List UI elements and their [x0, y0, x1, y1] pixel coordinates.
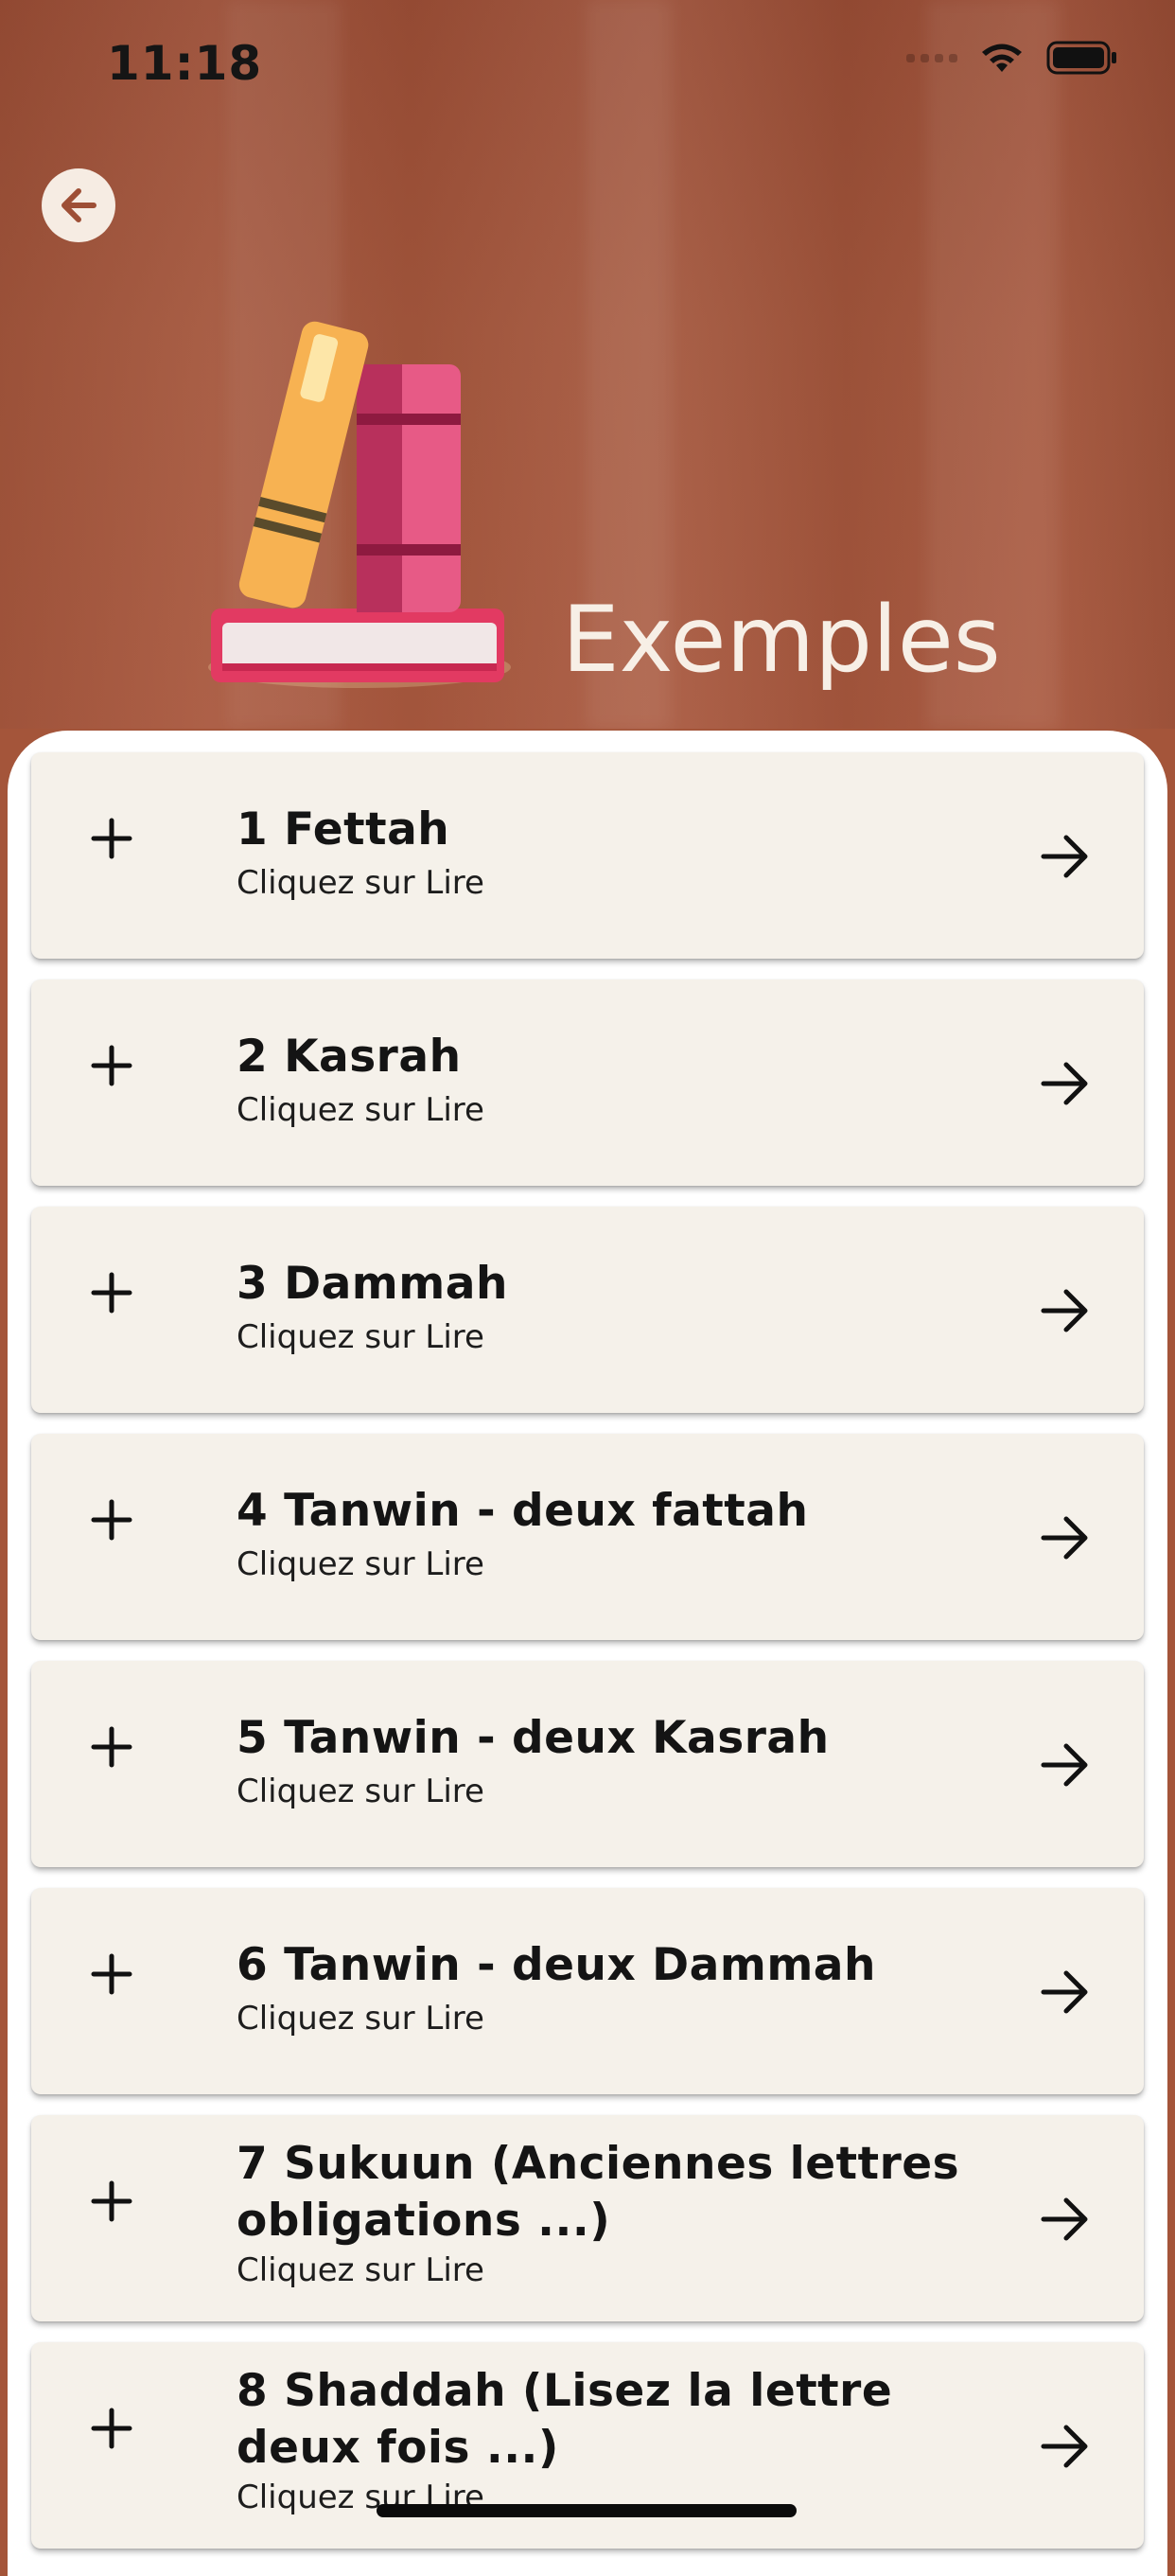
arrow-right-icon — [1041, 1062, 1088, 1105]
list-item[interactable]: 2 Kasrah Cliquez sur Lire — [31, 979, 1144, 1186]
item-subtitle: Cliquez sur Lire — [237, 864, 484, 902]
list-item[interactable]: 5 Tanwin - deux Kasrah Cliquez sur Lire — [31, 1661, 1144, 1867]
item-subtitle: Cliquez sur Lire — [237, 2251, 484, 2289]
status-icons — [906, 40, 1118, 76]
home-indicator[interactable] — [377, 2504, 797, 2517]
plus-icon — [91, 1726, 132, 1768]
item-title: 3 Dammah — [237, 1258, 508, 1310]
item-title: 1 Fettah — [237, 803, 450, 856]
item-subtitle: Cliquez sur Lire — [237, 1545, 484, 1583]
signal-icon — [906, 53, 957, 62]
page-title: Exemples — [562, 587, 1001, 693]
plus-icon — [91, 818, 132, 859]
list-item[interactable]: 3 Dammah Cliquez sur Lire — [31, 1207, 1144, 1413]
wifi-icon — [982, 44, 1022, 72]
arrow-right-icon — [1041, 1516, 1088, 1560]
item-title: 5 Tanwin - deux Kasrah — [237, 1712, 830, 1764]
item-subtitle: Cliquez sur Lire — [237, 1773, 484, 1810]
list-item[interactable]: 7 Sukuun (Anciennes lettres obligations … — [31, 2115, 1144, 2321]
plus-icon — [91, 1953, 132, 1995]
arrow-right-icon — [1041, 2197, 1088, 2241]
plus-icon — [91, 2180, 132, 2222]
plus-icon — [91, 1045, 132, 1086]
item-subtitle: Cliquez sur Lire — [237, 1091, 484, 1129]
back-button[interactable] — [42, 168, 115, 242]
item-title: 6 Tanwin - deux Dammah — [237, 1939, 876, 1991]
item-title: 8 Shaddah (Lisez la lettre deux fois ...… — [237, 2365, 893, 2474]
item-title: 2 Kasrah — [237, 1031, 462, 1083]
arrow-right-icon — [1041, 1743, 1088, 1787]
books-icon — [208, 321, 511, 688]
item-title: 4 Tanwin - deux fattah — [237, 1485, 809, 1537]
item-title: 7 Sukuun (Anciennes lettres obligations … — [237, 2138, 960, 2247]
arrow-right-icon — [1041, 835, 1088, 878]
list-item[interactable]: 4 Tanwin - deux fattah Cliquez sur Lire — [31, 1434, 1144, 1640]
plus-icon — [91, 1499, 132, 1541]
list-item[interactable]: 1 Fettah Cliquez sur Lire — [31, 752, 1144, 959]
list-item[interactable]: 6 Tanwin - deux Dammah Cliquez sur Lire — [31, 1888, 1144, 2094]
status-time: 11:18 — [107, 36, 263, 91]
arrow-right-icon — [1041, 1289, 1088, 1332]
arrow-right-icon — [1041, 2425, 1088, 2468]
arrow-right-icon — [1041, 1970, 1088, 2014]
item-subtitle: Cliquez sur Lire — [237, 1318, 484, 1356]
arrow-left-icon — [61, 188, 96, 222]
plus-icon — [91, 1272, 132, 1314]
battery-icon — [1046, 41, 1116, 75]
list-item[interactable]: 8 Shaddah (Lisez la lettre deux fois ...… — [31, 2342, 1144, 2549]
plus-icon — [91, 2408, 132, 2449]
item-subtitle: Cliquez sur Lire — [237, 2000, 484, 2038]
